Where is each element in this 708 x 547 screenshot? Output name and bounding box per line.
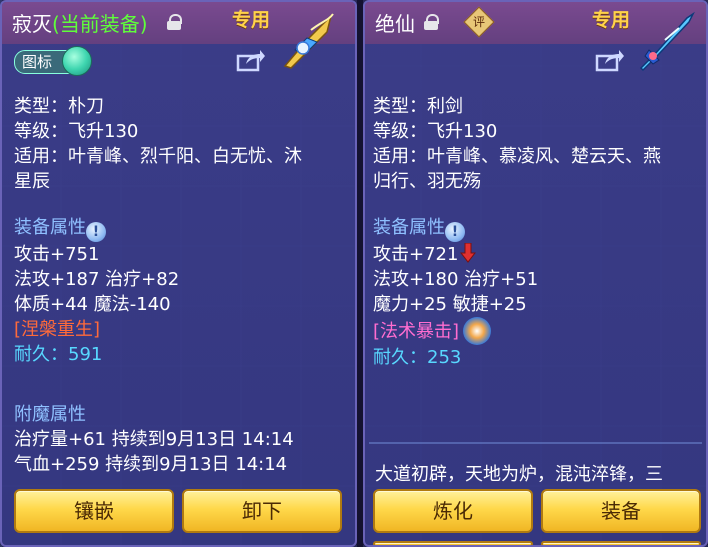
weapon-icon (639, 11, 695, 72)
item-description: 大道初辟，天地为炉，混沌淬锋，三 (375, 464, 663, 485)
rating-label: 评 (472, 15, 485, 29)
item-type: 类型：利剑 (373, 96, 463, 117)
info-icon[interactable]: ! (445, 222, 465, 242)
share-icon[interactable] (595, 48, 625, 72)
skill-icon[interactable] (463, 317, 492, 345)
compare-equipment-panel: 绝仙 评 专用 类型：利剑 等级：飞升130 适用：叶青峰、慕凌风、楚云天、燕 … (363, 0, 708, 547)
more-button[interactable] (541, 541, 701, 545)
section-enchant: 附魔属性 (14, 404, 86, 425)
durability: 耐久：253 (373, 347, 462, 368)
section-equip-attr: 装备属性 (373, 217, 445, 238)
info-icon[interactable]: ! (86, 222, 106, 242)
item-applicable-cont: 归行、羽无殇 (373, 171, 481, 192)
equip-attributes: 装备属性! 攻击+721 法攻+180 治疗+51 魔力+25 敏捷+25 [法… (373, 215, 538, 370)
game-screen: 寂灭(当前装备) 专用 图标 类型：朴刀 等级：飞升130 适用：叶青峰、烈千阳… (0, 0, 708, 547)
item-level: 等级：飞升130 (373, 121, 498, 142)
exclusive-label: 专用 (592, 9, 631, 31)
lock-icon[interactable] (423, 14, 439, 30)
lock-icon[interactable] (166, 14, 182, 30)
enchant-line: 气血+259 持续到9月13日 14:14 (14, 454, 288, 475)
icon-toggle[interactable]: 图标 (14, 46, 94, 76)
item-applicable: 适用：叶青峰、慕凌风、楚云天、燕 (373, 146, 661, 167)
attr-line: 魔力+25 敏捷+25 (373, 294, 527, 315)
item-name-main: 寂灭 (12, 12, 52, 36)
equip-button[interactable]: 装备 (541, 489, 701, 533)
current-equipment-panel: 寂灭(当前装备) 专用 图标 类型：朴刀 等级：飞升130 适用：叶青峰、烈千阳… (0, 0, 357, 547)
divider (369, 442, 702, 444)
unequip-button[interactable]: 卸下 (182, 489, 342, 533)
weapon-icon (283, 13, 334, 69)
exclusive-label: 专用 (232, 9, 271, 31)
enchant-attributes: 附魔属性 治疗量+61 持续到9月13日 14:14 气血+259 持续到9月1… (14, 402, 294, 477)
durability: 耐久：591 (14, 344, 103, 365)
attr-line: 体质+44 魔法-140 (14, 294, 171, 315)
icon-toggle-label: 图标 (22, 53, 53, 71)
attr-line: 法攻+180 治疗+51 (373, 269, 539, 290)
attr-line: 法攻+187 治疗+82 (14, 269, 180, 290)
refine-button[interactable]: 炼化 (373, 489, 533, 533)
more-button[interactable] (373, 541, 533, 545)
item-level: 等级：飞升130 (14, 121, 139, 142)
equip-attributes: 装备属性! 攻击+751 法攻+187 治疗+82 体质+44 魔法-140 [… (14, 215, 179, 367)
section-equip-attr: 装备属性 (14, 217, 86, 238)
item-basic-info: 类型：利剑 等级：飞升130 适用：叶青峰、慕凌风、楚云天、燕 归行、羽无殇 (373, 94, 661, 194)
item-applicable-cont: 星辰 (14, 171, 50, 192)
item-name-main: 绝仙 (375, 12, 415, 36)
share-icon[interactable] (236, 48, 266, 72)
item-name: 寂灭(当前装备) (12, 8, 148, 37)
enchant-line: 治疗量+61 持续到9月13日 14:14 (14, 429, 294, 450)
arrow-down-icon (460, 242, 477, 263)
inlay-button[interactable]: 镶嵌 (14, 489, 174, 533)
toggle-knob (62, 46, 92, 76)
item-basic-info: 类型：朴刀 等级：飞升130 适用：叶青峰、烈千阳、白无忧、沐 星辰 (14, 94, 302, 194)
special-skill: [法术暴击] (373, 321, 460, 342)
item-type: 类型：朴刀 (14, 96, 104, 117)
equipped-tag: (当前装备) (52, 12, 148, 36)
item-name: 绝仙 (375, 8, 415, 37)
special-skill: [涅槃重生] (14, 319, 101, 340)
attr-line: 攻击+721 (373, 244, 459, 265)
item-applicable: 适用：叶青峰、烈千阳、白无忧、沐 (14, 146, 302, 167)
attr-line: 攻击+751 (14, 244, 100, 265)
